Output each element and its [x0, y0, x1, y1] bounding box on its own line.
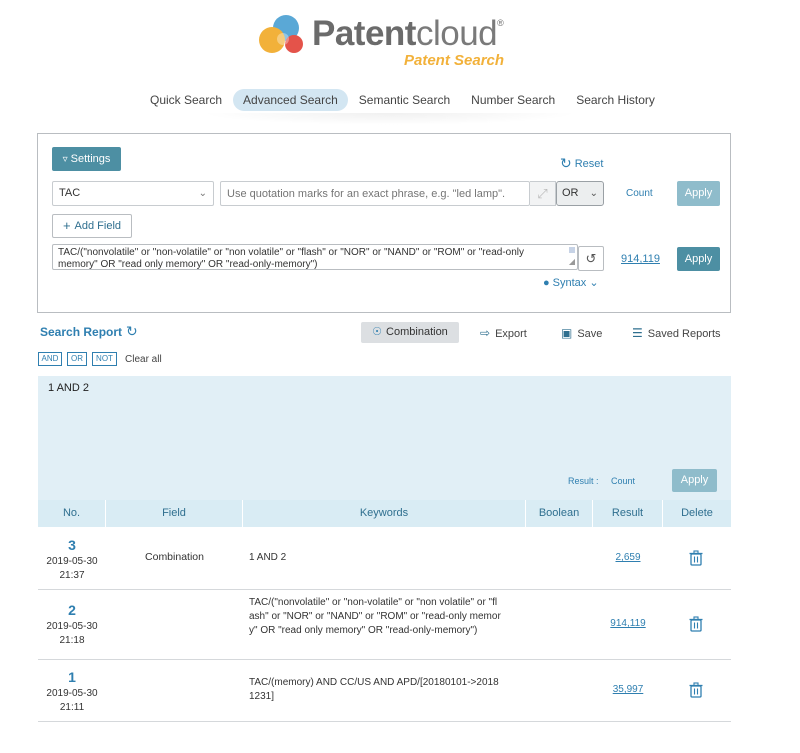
export-icon: ⇨ [480, 326, 491, 340]
row-date: 2019-05-30 [46, 556, 98, 567]
list-icon: ☰ [632, 326, 643, 340]
tab-advanced-search[interactable]: Advanced Search [233, 89, 348, 111]
save-icon: ▣ [561, 326, 573, 340]
chevron-down-icon: ⌄ [198, 188, 207, 199]
row-keywords: TAC/("nonvolatile" or "non-volatile" or … [249, 597, 501, 636]
search-mode-tabs: Quick Search Advanced Search Semantic Se… [140, 89, 666, 111]
header-field: Field [106, 500, 243, 527]
reset-button[interactable]: ↻ Reset [560, 155, 603, 172]
syntax-help[interactable]: ● Syntax ⌄ [543, 276, 599, 289]
row-date: 2019-05-30 [46, 621, 98, 632]
query-result-link[interactable]: 914,119 [621, 253, 660, 265]
table-row: 2 2019-05-30 21:18 TAC/("nonvolatile" or… [38, 590, 731, 660]
table-row: 1 2019-05-30 21:11 TAC/(memory) AND CC/U… [38, 660, 731, 722]
combination-button[interactable]: ☉ Combination [361, 322, 459, 343]
combination-icon: ☉ [372, 326, 383, 338]
plus-icon: + [62, 218, 71, 233]
report-table-header: No. Field Keywords Boolean Result Delete [38, 500, 731, 527]
lightbulb-icon: ● [543, 277, 550, 289]
row-result-link[interactable]: 2,659 [593, 552, 663, 563]
header-result: Result [593, 500, 663, 527]
row-time: 21:11 [59, 702, 85, 713]
row-number[interactable]: 1 [38, 669, 106, 685]
tab-number-search[interactable]: Number Search [461, 89, 565, 111]
settings-button[interactable]: ▿ Settings [52, 147, 121, 171]
expand-icon[interactable]: ⤢ [530, 181, 556, 206]
table-row: 3 2019-05-30 21:37 Combination 1 AND 2 2… [38, 527, 731, 590]
boolean-select[interactable]: OR ⌄ [556, 181, 604, 206]
combination-editor[interactable]: 1 AND 2 Result : Count Apply [38, 376, 731, 500]
header-boolean: Boolean [526, 500, 593, 527]
row-number[interactable]: 2 [38, 602, 106, 618]
tab-semantic-search[interactable]: Semantic Search [349, 89, 460, 111]
saved-reports-button[interactable]: ☰ Saved Reports [632, 326, 721, 340]
count-link[interactable]: Count [626, 188, 653, 199]
save-button[interactable]: ▣ Save [561, 326, 602, 340]
chevron-down-icon: ⌄ [589, 188, 598, 199]
tab-quick-search[interactable]: Quick Search [140, 89, 232, 111]
trash-icon[interactable] [688, 550, 704, 566]
combination-apply-button[interactable]: Apply [672, 469, 717, 492]
add-field-button[interactable]: + Add Field [52, 214, 132, 238]
row-result-link[interactable]: 914,119 [593, 618, 663, 629]
reset-icon: ↻ [560, 155, 572, 171]
not-operator-button[interactable]: NOT [92, 352, 117, 366]
and-operator-button[interactable]: AND [38, 352, 62, 366]
chevron-down-icon: ⌄ [589, 277, 599, 289]
history-icon[interactable]: ↺ [578, 246, 604, 271]
row-time: 21:18 [59, 635, 85, 646]
field-select[interactable]: TAC ⌄ [52, 181, 214, 206]
keyword-input[interactable] [220, 181, 530, 206]
header-no: No. [38, 500, 106, 527]
tabs-shadow [200, 113, 580, 125]
refresh-icon[interactable]: ↻ [126, 323, 138, 339]
apply-button[interactable]: Apply [677, 247, 720, 271]
apply-button-disabled[interactable]: Apply [677, 181, 720, 206]
logo-mark-icon [259, 15, 303, 53]
row-field: Combination [145, 551, 204, 563]
query-builder-panel: ▿Settings ↻Reset TAC ⌄ ⤢ OR ⌄ Count Appl… [37, 133, 731, 313]
row-keywords: TAC/(memory) AND CC/US AND APD/[20180101… [249, 677, 499, 702]
combination-count-link[interactable]: Count [611, 476, 635, 486]
row-keywords: 1 AND 2 [249, 552, 287, 563]
clear-all-link[interactable]: Clear all [125, 354, 162, 365]
combination-result-label: Result : [568, 476, 599, 486]
row-number[interactable]: 3 [38, 537, 106, 553]
trash-icon[interactable] [688, 682, 704, 698]
trash-icon[interactable] [688, 616, 704, 632]
row-date: 2019-05-30 [46, 688, 98, 699]
query-text: TAC/("nonvolatile" or "non-volatile" or … [58, 247, 524, 270]
logo-wordmark: Patentcloud® [312, 14, 504, 53]
row-result-link[interactable]: 35,997 [593, 684, 663, 695]
header-delete: Delete [681, 507, 713, 519]
combination-text: 1 AND 2 [48, 382, 89, 394]
header-keywords: Keywords [243, 500, 526, 527]
logo-subtitle: Patent Search [404, 52, 505, 69]
export-button[interactable]: ⇨ Export [480, 326, 527, 340]
search-report-title: Search Report ↻ [40, 323, 138, 339]
tab-search-history[interactable]: Search History [566, 89, 665, 111]
patentcloud-logo[interactable]: Patentcloud® Patent Search [256, 12, 526, 72]
or-operator-button[interactable]: OR [67, 352, 87, 366]
filter-icon: ▿ [62, 154, 68, 165]
resize-grip-icon[interactable]: ◢ [569, 256, 575, 268]
query-textarea[interactable]: TAC/("nonvolatile" or "non-volatile" or … [52, 244, 578, 270]
scrollbar-thumb[interactable] [569, 247, 575, 253]
row-time: 21:37 [59, 570, 85, 581]
